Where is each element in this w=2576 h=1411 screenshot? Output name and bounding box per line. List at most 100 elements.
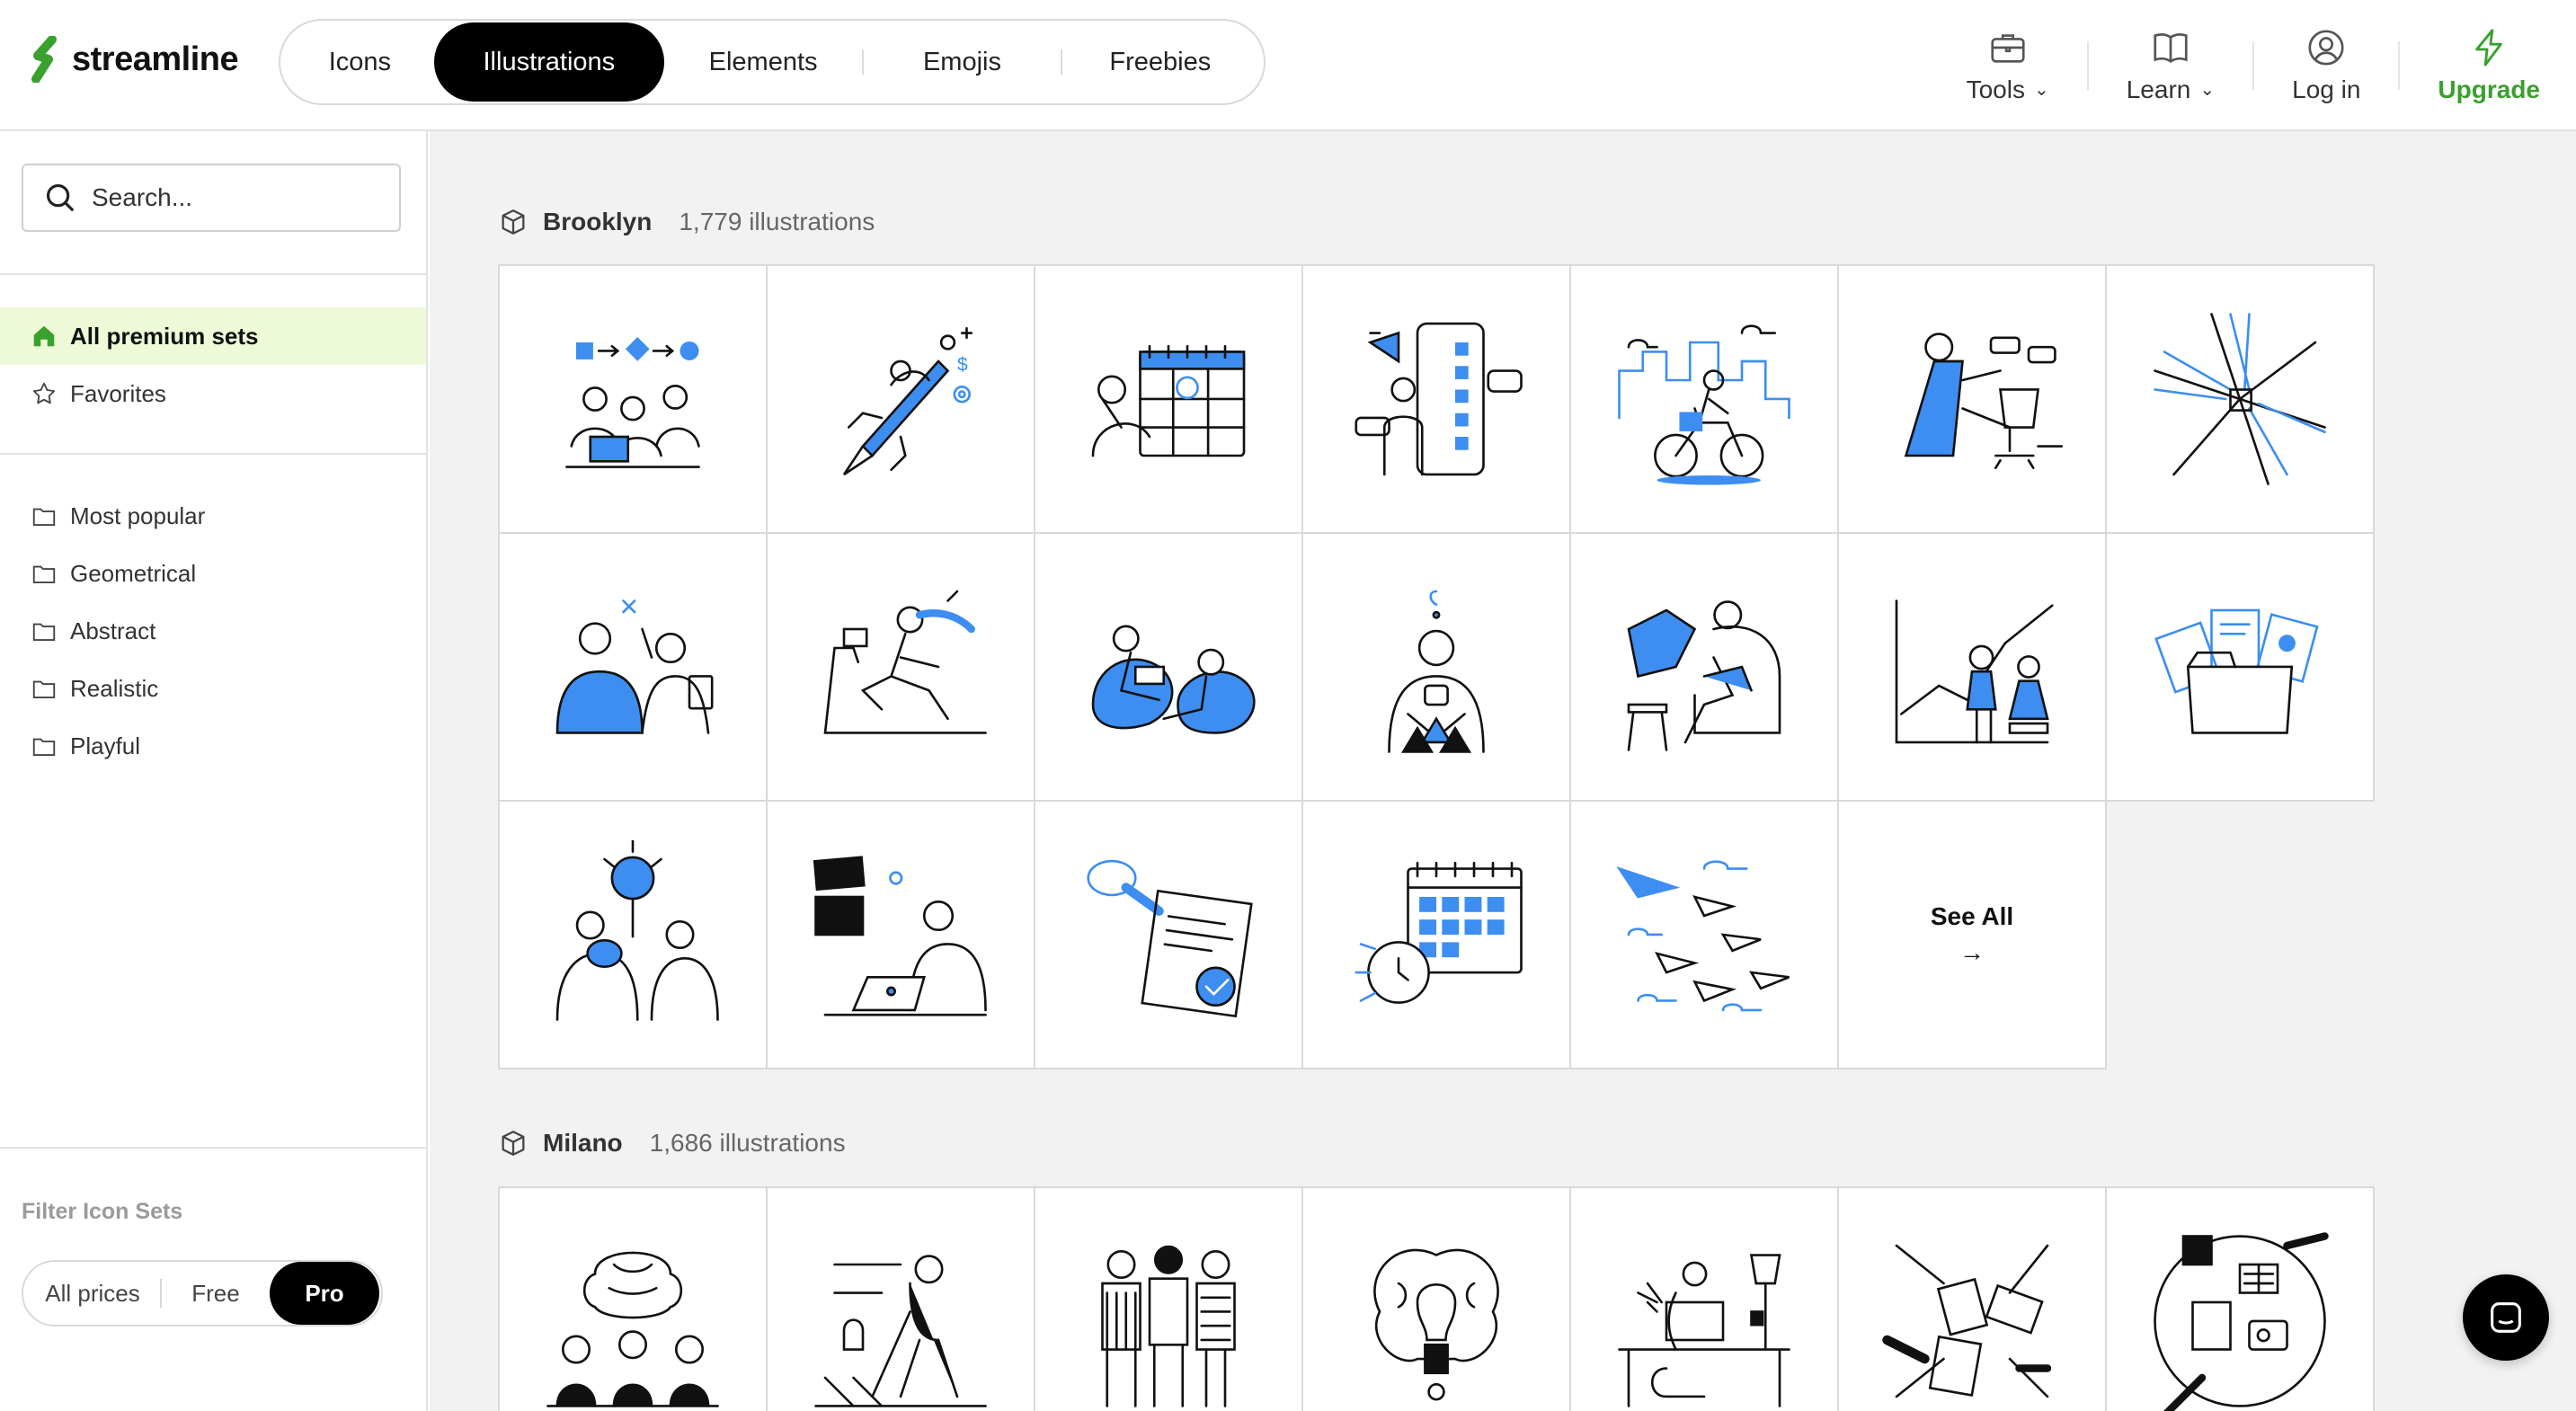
tab-emojis[interactable]: Emojis xyxy=(864,22,1060,102)
armchair-laptop-illustration xyxy=(1627,600,1781,751)
illustration-thumbnail[interactable] xyxy=(1571,534,1839,802)
folder-icon xyxy=(32,680,56,698)
folder-documents-illustration xyxy=(2154,608,2319,734)
learn-menu[interactable]: Learn ⌄ xyxy=(2089,16,2252,115)
illustration-thumbnail[interactable] xyxy=(1035,534,1303,802)
illustration-thumbnail[interactable] xyxy=(500,266,768,534)
illustration-thumbnail[interactable] xyxy=(2107,534,2375,802)
illustration-thumbnail[interactable] xyxy=(1839,266,2107,534)
sidebar-divider xyxy=(0,1147,426,1149)
tab-freebies[interactable]: Freebies xyxy=(1062,22,1258,102)
set-count: 1,686 illustrations xyxy=(649,1129,846,1157)
svg-text:$: $ xyxy=(957,355,968,376)
growth-chart-illustration xyxy=(1895,599,2054,744)
rocket-launch-illustration: $ xyxy=(842,326,973,476)
price-option-pro[interactable]: Pro xyxy=(270,1262,379,1325)
set-name: Milano xyxy=(543,1129,623,1157)
sidebar-item-playful[interactable]: Playful xyxy=(0,717,426,775)
user-circle-icon xyxy=(2308,30,2344,66)
illustration-thumbnail[interactable] xyxy=(500,534,768,802)
illustration-grid-milano xyxy=(498,1186,2375,1411)
set-header-brooklyn[interactable]: Brooklyn 1,779 illustrations xyxy=(498,207,875,237)
upgrade-button[interactable]: Upgrade xyxy=(2400,16,2540,115)
conversation-illustration xyxy=(555,599,714,734)
login-label: Log in xyxy=(2292,75,2361,103)
illustration-thumbnail[interactable] xyxy=(1571,802,1839,1069)
brainstorm-illustration xyxy=(546,1251,719,1407)
illustration-thumbnail[interactable] xyxy=(768,534,1035,802)
box-icon xyxy=(502,1131,525,1156)
streamline-logo-icon xyxy=(31,36,57,83)
price-option-all[interactable]: All prices xyxy=(25,1262,160,1325)
illustration-thumbnail[interactable] xyxy=(1303,534,1571,802)
idea-person-illustration xyxy=(1388,590,1485,753)
laptop-work-illustration xyxy=(813,856,987,1016)
tools-label: Tools xyxy=(1966,75,2025,103)
desk-work-illustration xyxy=(1618,1254,1790,1407)
login-button[interactable]: Log in xyxy=(2254,16,2398,115)
lightning-icon xyxy=(2475,29,2503,67)
arrow-right-icon: → xyxy=(1959,938,1985,966)
illustration-thumbnail[interactable] xyxy=(1303,266,1571,534)
home-icon xyxy=(33,325,55,347)
illustration-thumbnail[interactable] xyxy=(1035,1188,1303,1411)
illustration-thumbnail[interactable] xyxy=(2107,1188,2375,1411)
sidebar-item-geometrical[interactable]: Geometrical xyxy=(0,545,426,602)
sidebar-item-favorites[interactable]: Favorites xyxy=(0,365,426,422)
illustration-thumbnail[interactable] xyxy=(2107,266,2375,534)
price-filter: All prices Free Pro xyxy=(22,1260,383,1327)
illustration-thumbnail[interactable] xyxy=(768,1188,1035,1411)
approval-stamp-illustration xyxy=(1087,859,1253,1018)
sidebar-item-label: Abstract xyxy=(70,617,156,644)
treadmill-illustration xyxy=(823,590,987,734)
illustration-thumbnail[interactable]: $ xyxy=(768,266,1035,534)
illustration-thumbnail[interactable] xyxy=(1035,266,1303,534)
city-bike-illustration xyxy=(1618,324,1790,485)
sidebar-item-label: Favorites xyxy=(70,379,166,407)
sidebar-item-most-popular[interactable]: Most popular xyxy=(0,487,426,545)
folder-icon xyxy=(32,738,56,756)
folder-icon xyxy=(32,565,56,583)
sidebar-item-label: All premium sets xyxy=(70,322,259,350)
beanbag-chat-illustration xyxy=(1091,625,1256,734)
desk-tools-illustration xyxy=(1882,1244,2052,1398)
illustration-thumbnail[interactable] xyxy=(1571,1188,1839,1411)
chat-button[interactable] xyxy=(2463,1274,2549,1361)
illustration-thumbnail[interactable] xyxy=(500,802,768,1069)
sidebar-item-realistic[interactable]: Realistic xyxy=(0,660,426,717)
sidebar-divider xyxy=(0,273,426,275)
set-header-milano[interactable]: Milano 1,686 illustrations xyxy=(498,1128,846,1158)
illustration-thumbnail[interactable] xyxy=(768,802,1035,1069)
tab-illustrations[interactable]: Illustrations xyxy=(433,22,664,102)
search-placeholder: Search... xyxy=(92,183,193,211)
box-icon xyxy=(502,209,525,235)
office-chair-illustration xyxy=(1904,333,2064,469)
illustration-thumbnail[interactable] xyxy=(1035,802,1303,1069)
sidebar-item-abstract[interactable]: Abstract xyxy=(0,602,426,660)
illustration-thumbnail[interactable] xyxy=(1303,802,1571,1069)
lightbulb-team-illustration xyxy=(555,840,719,1021)
tools-menu[interactable]: Tools ⌄ xyxy=(1929,16,2087,115)
illustration-thumbnail[interactable] xyxy=(500,1188,768,1411)
filter-title: Filter Icon Sets xyxy=(22,1199,183,1224)
set-count: 1,779 illustrations xyxy=(679,208,875,235)
sidebar-item-all-premium-sets[interactable]: All premium sets xyxy=(0,307,426,365)
collaboration-table-illustration xyxy=(2154,1232,2329,1411)
header-actions: Tools ⌄ Learn ⌄ Log in Upgrade xyxy=(1929,16,2540,115)
nav-tabs: Icons Illustrations Elements Emojis Free… xyxy=(279,19,1266,105)
tab-icons[interactable]: Icons xyxy=(286,22,434,102)
logo[interactable]: streamline xyxy=(27,36,239,83)
chevron-down-icon: ⌄ xyxy=(2199,79,2216,100)
illustration-thumbnail[interactable] xyxy=(1839,1188,2107,1411)
illustration-thumbnail[interactable] xyxy=(1571,266,1839,534)
illustration-thumbnail[interactable] xyxy=(1839,534,2107,802)
star-icon xyxy=(32,382,56,404)
set-name: Brooklyn xyxy=(543,208,653,235)
illustration-thumbnail[interactable] xyxy=(1303,1188,1571,1411)
tab-elements[interactable]: Elements xyxy=(664,22,862,102)
search-input[interactable]: Search... xyxy=(22,164,401,232)
see-all-button[interactable]: See All → xyxy=(1839,802,2107,1069)
price-option-free[interactable]: Free xyxy=(162,1262,270,1325)
three-people-illustration xyxy=(1101,1245,1236,1407)
alarm-calendar-illustration xyxy=(1355,861,1523,1004)
